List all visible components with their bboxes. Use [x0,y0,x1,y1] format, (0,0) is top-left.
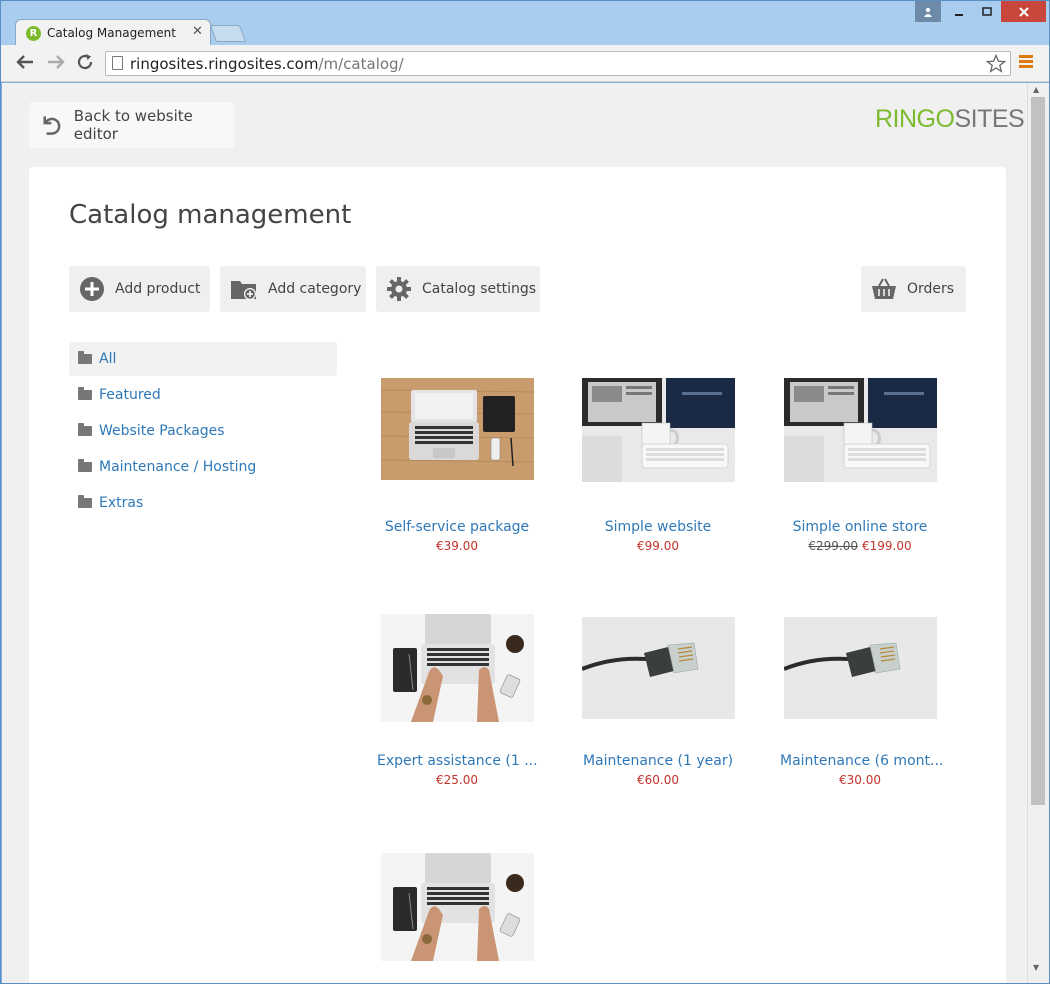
browser-toolbar: ringosites.ringosites.com/m/catalog/ [1,45,1049,82]
orders-label: Orders [907,281,955,297]
product-price: €25.00 [436,773,478,787]
browser-window: R Catalog Management ✕ ringosites.ringos… [0,0,1050,984]
window-controls [915,1,1046,23]
add-product-label: Add product [115,281,201,297]
back-arrow-icon[interactable] [15,53,35,76]
folder-icon [78,459,92,472]
back-to-editor-label: Back to website editor [73,107,193,143]
back-to-editor-button[interactable]: Back to website editor [29,102,234,148]
scroll-up-icon[interactable]: ▲ [1033,85,1039,94]
product-name[interactable]: Maintenance (1 year) [578,753,738,769]
product-name[interactable]: Self-service package [377,519,537,535]
close-window-icon[interactable] [1001,1,1046,22]
original-price: €299.00 [808,539,858,553]
plus-circle-icon [80,277,104,301]
product-name[interactable]: Expert assistance (1 ... [377,753,538,769]
favicon-icon: R [26,26,41,41]
folder-icon [78,351,92,364]
folder-icon [78,423,92,436]
product-card[interactable]: Self-service package €39.00 [377,378,537,553]
product-price: €39.00 [436,539,478,553]
category-item-featured[interactable]: Featured [69,378,337,412]
page-title: Catalog management [69,200,352,230]
vertical-scrollbar[interactable]: ▲ ▼ [1027,83,1049,983]
add-product-button[interactable]: Add product [69,266,210,312]
new-tab-button[interactable] [209,25,247,42]
add-category-label: Add category [268,281,362,297]
category-label: All [99,351,117,367]
reload-icon[interactable] [76,53,94,76]
category-item-website-packages[interactable]: Website Packages [69,414,337,448]
product-card[interactable]: Maintenance (1 year) €60.00 [578,617,738,787]
category-item-extras[interactable]: Extras [69,486,337,520]
hands-laptop-icon [380,853,534,961]
monitor-keyboard-icon [581,378,735,482]
ethernet-cable-icon [580,617,735,719]
category-label: Website Packages [99,423,225,439]
category-item-maintenance-hosting[interactable]: Maintenance / Hosting [69,450,337,484]
ringosites-logo: RINGOSITES [875,105,1025,133]
product-card[interactable] [377,853,537,966]
product-price: €99.00 [637,539,679,553]
ethernet-cable-icon [782,617,937,719]
address-bar[interactable]: ringosites.ringosites.com/m/catalog/ [105,51,1011,76]
category-label: Extras [99,495,144,511]
product-name[interactable]: Maintenance (6 mont... [780,753,943,769]
basket-icon [872,278,896,299]
hands-laptop-icon [380,614,534,722]
product-card[interactable]: Maintenance (6 mont... €30.00 [780,617,943,787]
sale-price: €199.00 [862,539,912,553]
category-label: Featured [99,387,161,403]
page-content: Back to website editor RINGOSITES Catalo… [2,83,1027,983]
user-profile-icon[interactable] [915,1,941,22]
page-icon [112,56,123,70]
product-price: €30.00 [839,773,881,787]
url-text[interactable]: ringosites.ringosites.com/m/catalog/ [130,55,404,73]
tab-catalog-management[interactable]: R Catalog Management ✕ [15,19,211,46]
category-list: All Featured Website Packages Maintenanc… [69,342,337,522]
category-item-all[interactable]: All [69,342,337,376]
product-price: €60.00 [637,773,679,787]
undo-arrow-icon [43,116,61,135]
title-bar: R Catalog Management ✕ [1,1,1049,46]
product-name[interactable]: Simple website [578,519,738,535]
browser-menu-icon[interactable] [1019,55,1033,69]
close-tab-icon[interactable]: ✕ [192,24,203,39]
folder-icon [78,495,92,508]
scroll-down-icon[interactable]: ▼ [1033,963,1039,972]
catalog-card: Catalog management Add product Add categ… [29,167,1006,983]
minimize-icon[interactable] [945,1,973,22]
product-card[interactable]: Simple website €99.00 [578,378,738,553]
product-name[interactable]: Simple online store [780,519,940,535]
catalog-settings-button[interactable]: Catalog settings [376,266,540,312]
catalog-settings-label: Catalog settings [422,281,537,297]
scroll-thumb[interactable] [1031,97,1045,805]
forward-arrow-icon[interactable] [46,53,66,76]
add-category-button[interactable]: Add category [220,266,366,312]
folder-icon [78,387,92,400]
bookmark-star-icon[interactable] [985,52,1007,79]
orders-button[interactable]: Orders [861,266,966,312]
tab-title: Catalog Management [47,26,176,40]
maximize-icon[interactable] [973,1,1001,22]
product-price: €299.00 €199.00 [780,539,940,553]
gear-icon [387,277,411,301]
product-card[interactable]: Simple online store €299.00 €199.00 [780,378,940,553]
monitor-keyboard-icon [783,378,937,482]
category-label: Maintenance / Hosting [99,459,257,475]
product-card[interactable]: Expert assistance (1 ... €25.00 [377,614,538,787]
folder-plus-icon [231,281,256,300]
laptop-desk-icon [380,378,534,480]
